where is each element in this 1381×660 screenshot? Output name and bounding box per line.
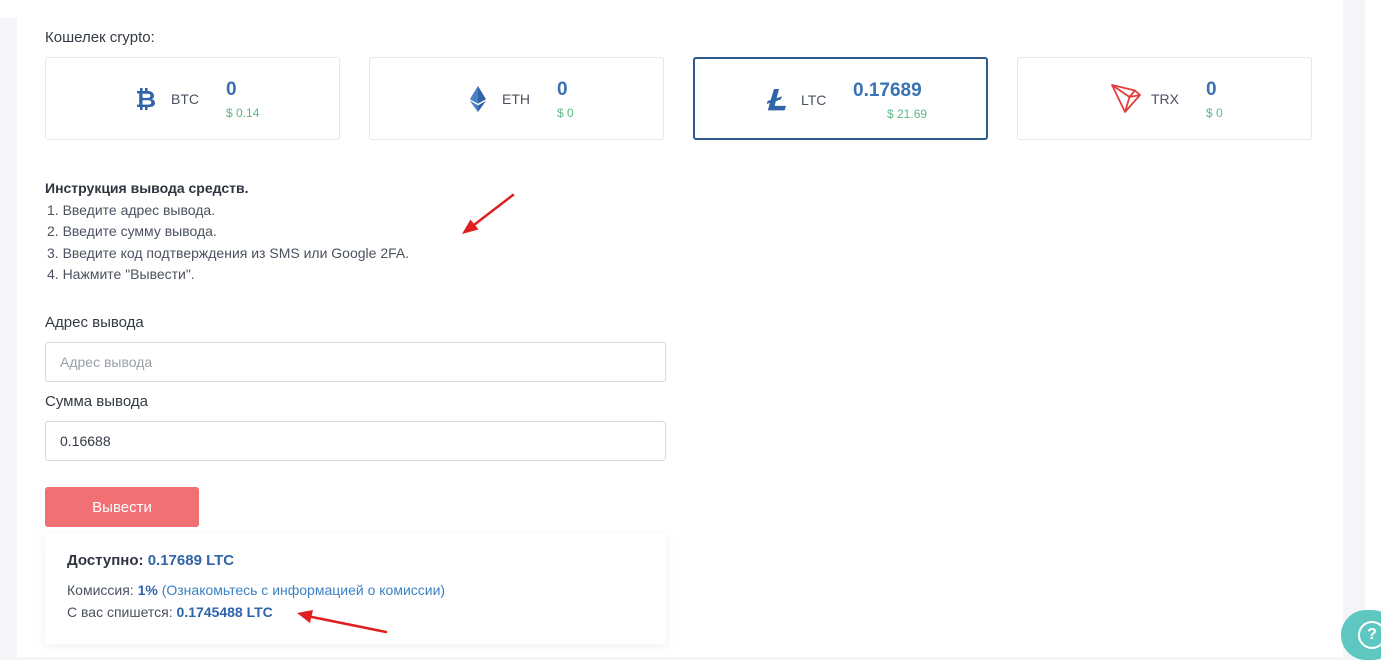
instruction-step: 1. Введите адрес вывода. [47,202,216,218]
fee-value: 1% [137,582,158,598]
fee-row: Комиссия: 1% (Ознакомьтесь с информацией… [67,582,445,598]
address-input[interactable] [45,342,666,382]
coin-amount: 0.17689 [853,80,922,101]
charge-row: С вас спишется: 0.1745488 LTC [67,604,273,620]
instructions-title: Инструкция вывода средств. [45,180,249,196]
withdraw-summary: Доступно: 0.17689 LTC Комиссия: 1% (Озна… [45,534,666,644]
coin-amount: 0 [226,79,237,100]
right-edge [1365,0,1381,657]
available-value: 0.17689 LTC [147,552,235,569]
coin-usd-value: $ 0 [1206,106,1223,120]
litecoin-icon [766,89,786,111]
instruction-step: 4. Нажмите "Вывести". [47,266,195,282]
fee-label: Комиссия: [67,582,134,598]
coin-usd-value: $ 0 [557,106,574,120]
coin-code: TRX [1151,91,1179,107]
instruction-step: 2. Введите сумму вывода. [47,223,217,239]
coin-amount: 0 [1206,79,1217,100]
amount-input[interactable] [45,421,666,461]
wallet-card-eth[interactable]: ETH 0 $ 0 [369,57,664,140]
charge-value: 0.1745488 LTC [176,604,273,620]
coin-code: ETH [502,91,530,107]
instruction-step: 3. Введите код подтверждения из SMS или … [47,245,410,261]
bitcoin-icon [137,88,155,110]
coin-amount: 0 [557,79,568,100]
coin-usd-value: $ 21.69 [887,107,928,121]
top-bar [0,0,1381,18]
fee-info-link[interactable]: (Ознакомьтесь с информацией о комиссии) [162,582,445,598]
wallet-label: Кошелек crypto: [45,29,155,46]
wallet-card-btc[interactable]: BTC 0 $ 0.14 [45,57,340,140]
address-label: Адрес вывода [45,314,144,331]
ethereum-icon [470,86,486,112]
coin-code: LTC [801,92,827,108]
question-icon: ? [1358,621,1381,649]
wallet-card-trx[interactable]: TRX 0 $ 0 [1017,57,1312,140]
coin-code: BTC [171,91,199,107]
wallet-card-ltc[interactable]: LTC 0.17689 $ 21.69 [693,57,988,140]
amount-label: Сумма вывода [45,393,148,410]
available-row: Доступно: 0.17689 LTC [67,552,234,569]
coin-usd-value: $ 0.14 [226,106,260,120]
scroll-gutter [1343,0,1365,657]
available-label: Доступно: [67,552,144,569]
tron-icon [1111,84,1141,113]
withdraw-button[interactable]: Вывести [45,487,199,527]
charge-label: С вас спишется: [67,604,173,620]
